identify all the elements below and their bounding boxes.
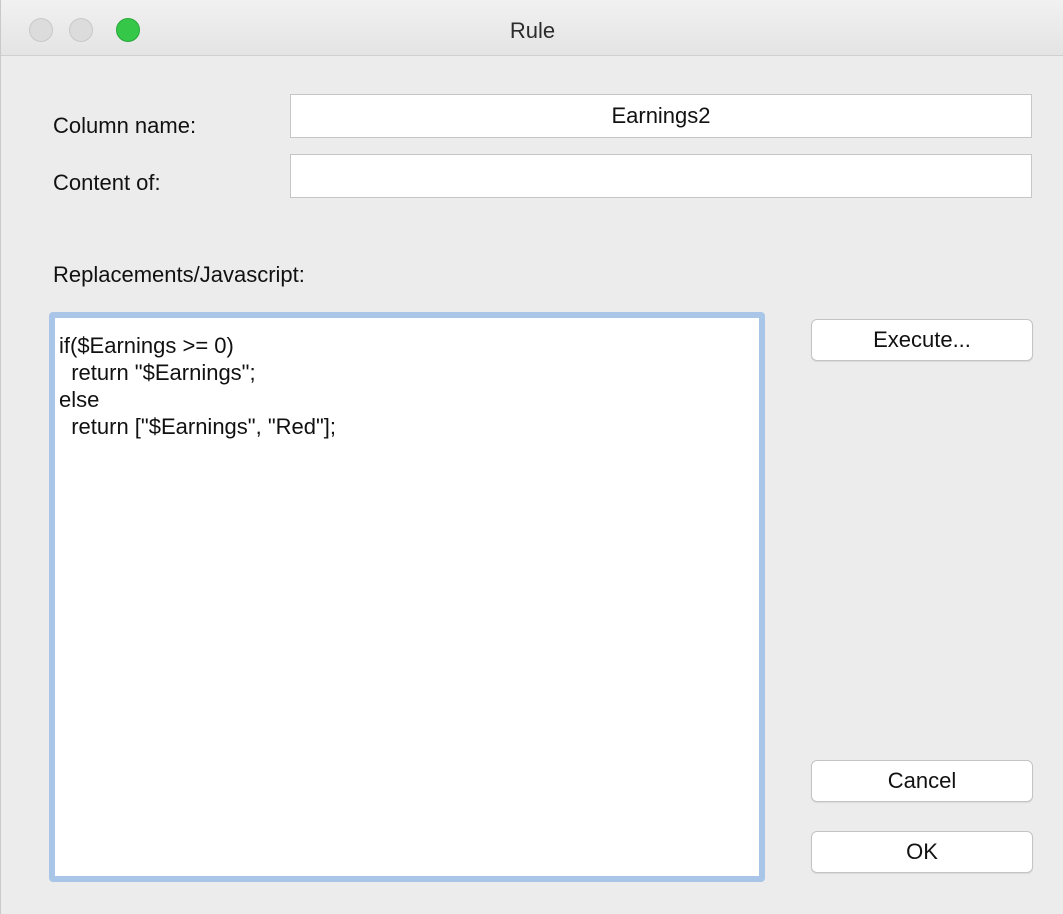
column-name-input[interactable]	[290, 94, 1032, 138]
column-name-label: Column name:	[53, 113, 197, 138]
window-title: Rule	[509, 18, 556, 43]
execute-button[interactable]: Execute...	[811, 319, 1033, 361]
replacements-label: Replacements/Javascript:	[53, 262, 305, 287]
ok-button[interactable]: OK	[811, 831, 1033, 873]
title-bar[interactable]: Rule	[1, 0, 1063, 56]
content-of-input[interactable]	[290, 154, 1032, 198]
script-editor[interactable]: if($Earnings >= 0) return "$Earnings"; e…	[49, 312, 765, 882]
content-of-label: Content of:	[53, 170, 161, 195]
rule-dialog: Rule Column name: Content of: Replacemen…	[0, 0, 1063, 914]
cancel-button[interactable]: Cancel	[811, 760, 1033, 802]
